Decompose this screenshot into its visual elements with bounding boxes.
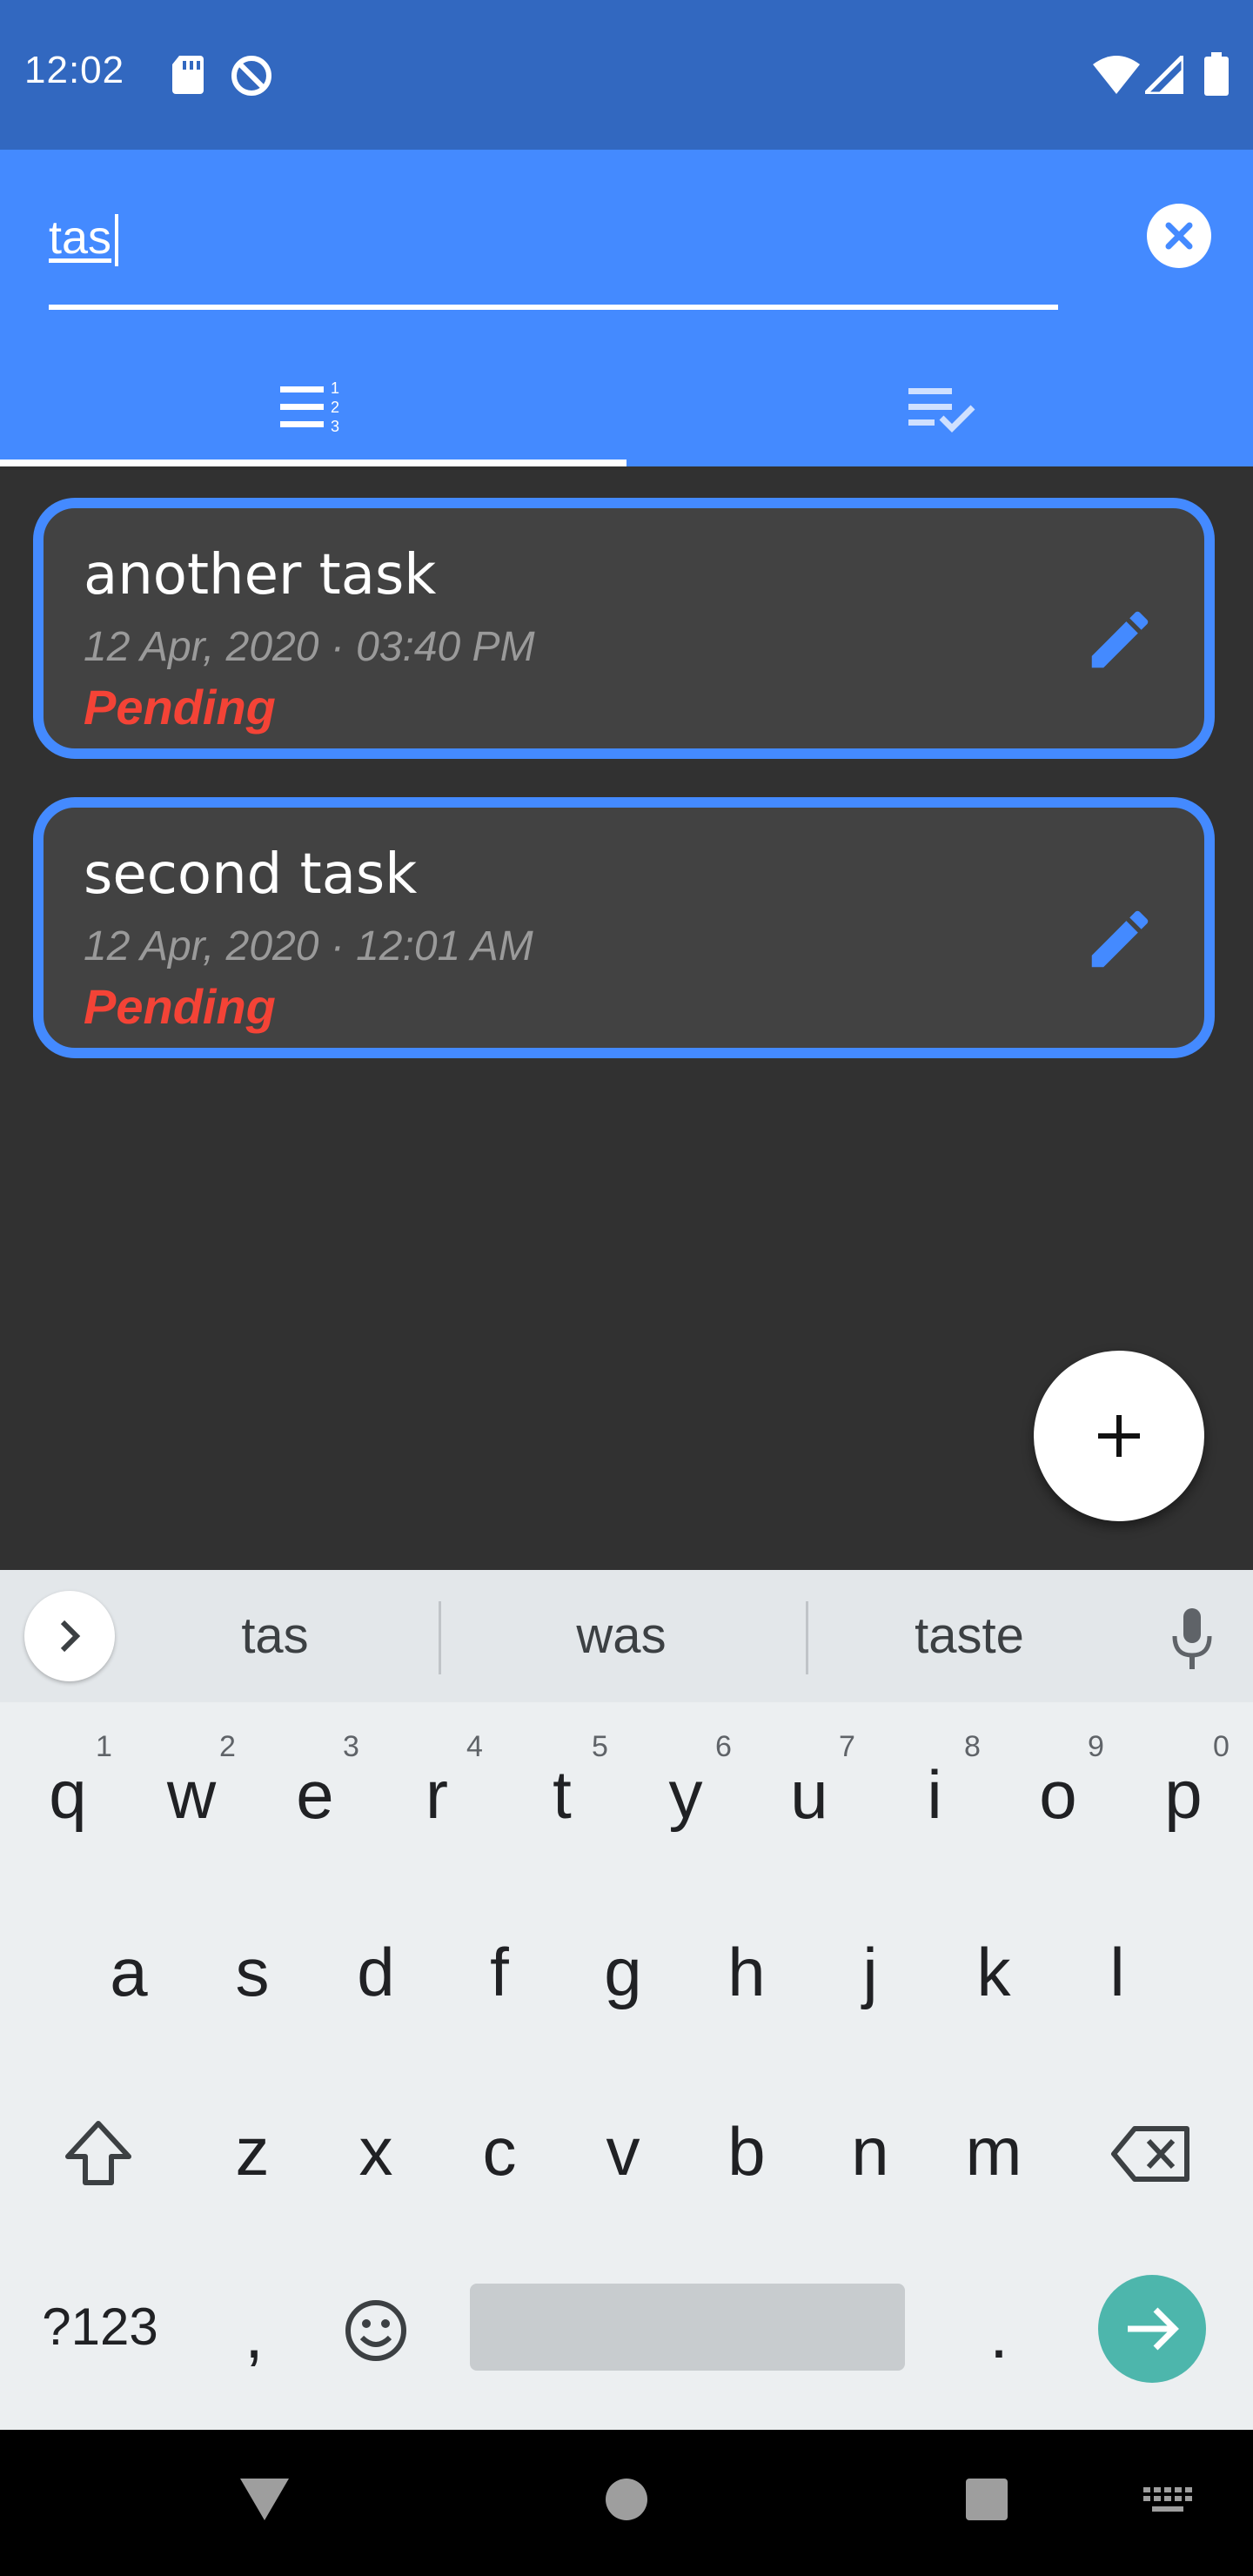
- task-date: 12 Apr, 2020 · 12:01 AM: [84, 923, 533, 969]
- key-c[interactable]: c: [439, 2090, 560, 2212]
- task-title: another task: [84, 543, 437, 607]
- task-card[interactable]: second task 12 Apr, 2020 · 12:01 AM Pend…: [33, 797, 1215, 1058]
- wifi-icon: [1093, 56, 1140, 94]
- status-bar: 12:02: [0, 0, 1253, 150]
- backspace-icon[interactable]: [1110, 2123, 1194, 2184]
- key-hint: 3: [343, 1730, 359, 1763]
- key-n[interactable]: n: [809, 2090, 931, 2212]
- key-hint: 4: [466, 1730, 483, 1763]
- key-period[interactable]: .: [938, 2273, 1060, 2395]
- key-hint: 5: [592, 1730, 608, 1763]
- add-task-button[interactable]: [1034, 1351, 1204, 1521]
- do-not-disturb-icon: [231, 56, 271, 96]
- back-icon[interactable]: [237, 2475, 292, 2524]
- key-hint: 2: [219, 1730, 236, 1763]
- search-input[interactable]: tas: [49, 211, 111, 265]
- svg-text:3: 3: [331, 418, 339, 435]
- battery-icon: [1204, 52, 1229, 96]
- close-icon: [1165, 222, 1193, 250]
- task-title: second task: [84, 842, 418, 907]
- task-status: Pending: [84, 680, 276, 735]
- suggestion-item[interactable]: tas: [101, 1607, 449, 1665]
- svg-text:2: 2: [331, 399, 339, 416]
- home-icon[interactable]: [604, 2477, 649, 2522]
- text-cursor: [115, 214, 118, 266]
- key-x[interactable]: x: [315, 2090, 437, 2212]
- key-hint: 6: [715, 1730, 732, 1763]
- search-underline: [49, 305, 1058, 310]
- key-hint: 0: [1213, 1730, 1230, 1763]
- key-hint: 9: [1088, 1730, 1104, 1763]
- edit-icon[interactable]: [1082, 602, 1157, 677]
- svg-text:1: 1: [331, 381, 339, 397]
- soft-keyboard: tas was taste q w e r t y u i o p 1 2 3 …: [0, 1570, 1253, 2430]
- recents-icon[interactable]: [964, 2477, 1009, 2522]
- keyboard-switch-icon[interactable]: [1142, 2485, 1194, 2517]
- key-b[interactable]: b: [686, 2090, 807, 2212]
- key-hint: 8: [964, 1730, 981, 1763]
- key-j[interactable]: j: [809, 1911, 931, 2033]
- suggestion-item[interactable]: was: [447, 1607, 795, 1665]
- task-card[interactable]: another task 12 Apr, 2020 · 03:40 PM Pen…: [33, 498, 1215, 759]
- task-date: 12 Apr, 2020 · 03:40 PM: [84, 624, 535, 670]
- navigation-bar: [0, 2430, 1253, 2576]
- symbols-key[interactable]: ?123: [17, 2266, 183, 2388]
- emoji-icon[interactable]: [343, 2298, 409, 2364]
- tab-indicator: [0, 460, 626, 466]
- tab-completed-tasks[interactable]: [626, 348, 1253, 466]
- key-s[interactable]: s: [191, 1911, 313, 2033]
- arrow-right-icon: [1128, 2307, 1179, 2351]
- key-k[interactable]: k: [933, 1911, 1055, 2033]
- key-comma[interactable]: ,: [193, 2273, 315, 2395]
- key-m[interactable]: m: [933, 2090, 1055, 2212]
- clear-search-button[interactable]: [1147, 204, 1211, 268]
- suggestion-item[interactable]: taste: [795, 1607, 1143, 1665]
- app-bar: tas 1 2 3: [0, 150, 1253, 466]
- key-l[interactable]: l: [1056, 1911, 1178, 2033]
- plus-icon: [1098, 1415, 1140, 1457]
- list-numbered-icon: 1 2 3: [280, 381, 339, 435]
- task-status: Pending: [84, 979, 276, 1034]
- key-v[interactable]: v: [562, 2090, 684, 2212]
- key-hint: 7: [839, 1730, 855, 1763]
- key-a[interactable]: a: [68, 1911, 190, 2033]
- key-f[interactable]: f: [439, 1911, 560, 2033]
- space-bar[interactable]: [470, 2284, 905, 2371]
- key-h[interactable]: h: [686, 1911, 807, 2033]
- divider: [439, 1601, 441, 1674]
- shift-icon[interactable]: [61, 2116, 136, 2191]
- cell-signal-icon: [1145, 56, 1183, 94]
- key-z[interactable]: z: [191, 2090, 313, 2212]
- key-hint: 1: [96, 1730, 112, 1763]
- enter-key[interactable]: [1098, 2275, 1206, 2383]
- sd-card-icon: [172, 56, 204, 94]
- suggestion-strip: tas was taste: [0, 1570, 1253, 1702]
- edit-icon[interactable]: [1082, 902, 1157, 976]
- key-d[interactable]: d: [315, 1911, 437, 2033]
- tab-all-tasks[interactable]: 1 2 3: [0, 348, 626, 466]
- done-list-icon: [908, 388, 975, 433]
- key-g[interactable]: g: [562, 1911, 684, 2033]
- microphone-icon[interactable]: [1166, 1605, 1218, 1674]
- status-time: 12:02: [24, 49, 125, 91]
